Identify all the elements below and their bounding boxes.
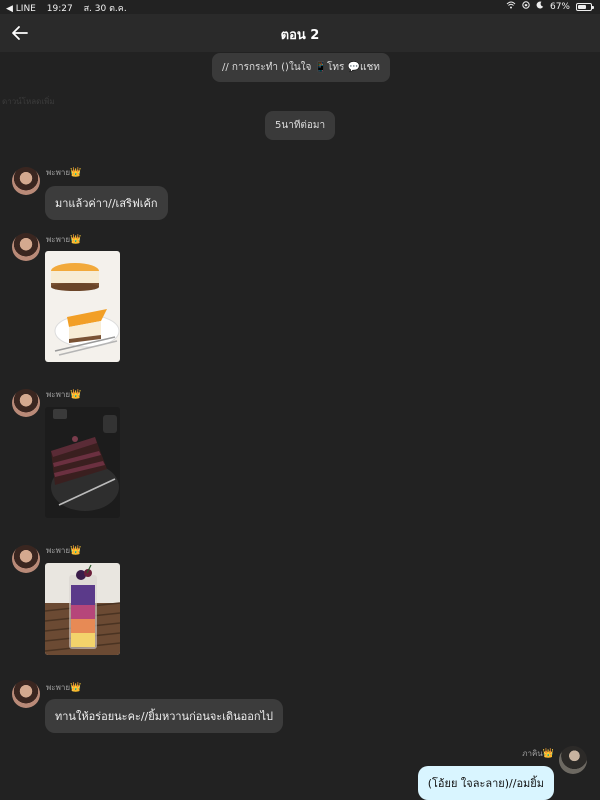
- status-date: ส. 30 ต.ค.: [83, 4, 127, 14]
- rotation-lock-icon: [522, 1, 530, 12]
- status-bar: ◀ LINE 19:27 ส. 30 ต.ค. 67%: [0, 0, 600, 14]
- sender-name-text: พะพาย: [46, 235, 71, 244]
- crown-icon: 👑: [70, 683, 82, 693]
- orange-cheesecake-photo[interactable]: [45, 251, 120, 362]
- sender-avatar[interactable]: [12, 545, 40, 573]
- battery-icon: [576, 2, 594, 11]
- sender-name: พะพาย👑: [46, 233, 81, 246]
- crown-icon: 👑: [70, 390, 82, 400]
- chocolate-cake-photo[interactable]: [45, 407, 120, 518]
- moon-icon: [536, 1, 544, 12]
- message-bubble[interactable]: มาแล้วค่าา//เสริฟเค้ก: [45, 186, 168, 220]
- crown-icon: 👑: [70, 546, 82, 556]
- sender-name-text: พะพาย: [46, 390, 71, 399]
- sender-name-text: พะพาย: [46, 168, 71, 177]
- sender-name: พะพาย👑: [46, 166, 81, 179]
- outgoing-message-bubble[interactable]: (โอ้ยย ใจละลาย)//อมยิ้ม: [417, 766, 554, 800]
- sender-name-text: พะพาย: [46, 546, 71, 555]
- crown-icon: 👑: [70, 168, 82, 178]
- receiver-avatar[interactable]: [559, 746, 587, 774]
- sender-name: พะพาย👑: [46, 388, 81, 401]
- chat-title: ตอน 2: [280, 28, 320, 43]
- berry-drink-photo[interactable]: [45, 563, 120, 655]
- system-message: 5นาทีต่อมา: [265, 111, 336, 140]
- crown-icon: 👑: [542, 749, 554, 759]
- carrier-label[interactable]: ◀ LINE: [6, 4, 36, 14]
- sender-name: พะพาย👑: [46, 544, 81, 557]
- chat-header: ตอน 2: [0, 14, 600, 52]
- system-message: // การกระทำ ()ในใจ 📱โทร 💬แชท: [212, 53, 390, 82]
- message-bubble[interactable]: ทานให้อร่อยนะคะ//ยิ้มหวานก่อนจะเดินออกไป: [45, 699, 284, 733]
- status-left: ◀ LINE 19:27 ส. 30 ต.ค.: [6, 1, 135, 15]
- sender-avatar[interactable]: [12, 167, 40, 195]
- sender-avatar[interactable]: [12, 233, 40, 261]
- sender-name: ภาคิน👑: [522, 747, 554, 760]
- wifi-icon: [506, 1, 516, 12]
- sender-name: พะพาย👑: [46, 681, 81, 694]
- faint-background-text: ดาวน์โหลดเพิ่ม: [2, 97, 55, 106]
- sender-avatar[interactable]: [12, 680, 40, 708]
- status-time: 19:27: [46, 4, 73, 14]
- battery-percent: 67%: [549, 1, 570, 12]
- crown-icon: 👑: [70, 235, 82, 245]
- sender-name-text: ภาคิน: [522, 749, 543, 758]
- sender-name-text: พะพาย: [46, 683, 71, 692]
- status-right: 67%: [506, 1, 594, 12]
- battery-level: [578, 4, 586, 9]
- sender-avatar[interactable]: [12, 389, 40, 417]
